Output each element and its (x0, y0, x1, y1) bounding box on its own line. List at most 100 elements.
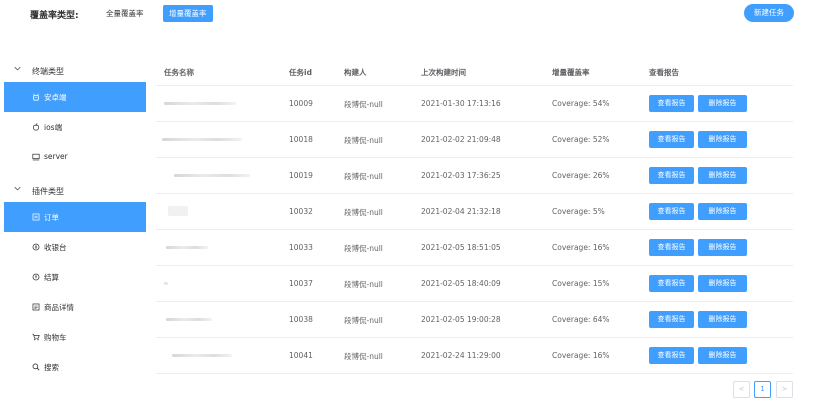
prev-page-button[interactable]: < (733, 381, 750, 398)
sidebar-item-label: 搜索 (44, 363, 59, 372)
redacted-task-name (172, 354, 232, 357)
redacted-task-name (164, 102, 236, 105)
sidebar-item-cart[interactable]: 购物车 (4, 322, 146, 352)
view-report-button[interactable]: 查看报告 (649, 239, 694, 256)
task-id: 10038 (289, 315, 313, 324)
builder: 段博侃-null (344, 316, 383, 325)
sidebar-item-label: ios端 (44, 123, 63, 132)
view-report-button[interactable]: 查看报告 (649, 347, 694, 364)
last-build-time: 2021-02-02 21:09:48 (421, 135, 501, 144)
order-icon (32, 213, 40, 221)
view-report-button[interactable]: 查看报告 (649, 131, 694, 148)
top-bar: 覆盖率类型: 全量覆盖率 增量覆盖率 新建任务 (0, 0, 819, 30)
builder: 段博侃-null (344, 352, 383, 361)
table-header: 任务名称 任务id 构建人 上次构建时间 增量覆盖率 查看报告 (156, 56, 793, 86)
redacted-task-name (166, 246, 208, 249)
sidebar-item-android[interactable]: 安卓端 (4, 82, 146, 112)
coverage: Coverage: 54% (552, 99, 610, 108)
redacted-task-name (174, 174, 250, 177)
column-header: 构建人 (344, 68, 367, 77)
apple-icon (33, 123, 39, 131)
sidebar-item-label: server (44, 152, 68, 161)
delete-report-button[interactable]: 删除报告 (698, 95, 747, 112)
sidebar-item-order[interactable]: 订单 (4, 202, 146, 232)
cashier-icon (32, 243, 40, 251)
sidebar-item-server[interactable]: server (4, 142, 146, 172)
last-build-time: 2021-02-05 18:40:09 (421, 279, 501, 288)
table-row: 10019 段博侃-null 2021-02-03 17:36:25 Cover… (156, 158, 793, 194)
sidebar-item-label: 订单 (44, 213, 59, 222)
builder: 段博侃-null (344, 136, 383, 145)
monitor-icon (32, 153, 40, 161)
last-build-time: 2021-01-30 17:13:16 (421, 99, 501, 108)
table-row: 10009 段博侃-null 2021-01-30 17:13:16 Cover… (156, 86, 793, 122)
last-build-time: 2021-02-05 18:51:05 (421, 243, 501, 252)
sidebar-item-label: 购物车 (44, 333, 67, 342)
sidebar-item-product-detail[interactable]: 商品详情 (4, 292, 146, 322)
redacted-task-name (168, 206, 188, 216)
redacted-task-name (166, 318, 212, 321)
builder: 段博侃-null (344, 208, 383, 217)
delete-report-button[interactable]: 删除报告 (698, 311, 747, 328)
coverage: Coverage: 15% (552, 279, 610, 288)
delete-report-button[interactable]: 删除报告 (698, 347, 747, 364)
sidebar-item-settlement[interactable]: ¥ 结算 (4, 262, 146, 292)
table-row: 10032 段博侃-null 2021-02-04 21:32:18 Cover… (156, 194, 793, 230)
view-report-button[interactable]: 查看报告 (649, 311, 694, 328)
sidebar-item-label: 结算 (44, 273, 59, 282)
svg-text:¥: ¥ (35, 275, 38, 280)
group-title: 插件类型 (32, 187, 64, 196)
column-header: 上次构建时间 (421, 68, 466, 77)
task-table: 任务名称 任务id 构建人 上次构建时间 增量覆盖率 查看报告 10009 段博… (156, 56, 793, 374)
group-terminal-type[interactable]: 终端类型 (4, 60, 146, 82)
table-row: 10041 段博侃-null 2021-02-24 11:29:00 Cover… (156, 338, 793, 374)
column-header: 增量覆盖率 (552, 68, 590, 77)
builder: 段博侃-null (344, 280, 383, 289)
coverage: Coverage: 26% (552, 171, 610, 180)
sidebar-item-ios[interactable]: ios端 (4, 112, 146, 142)
task-id: 10019 (289, 171, 313, 180)
task-id: 10018 (289, 135, 313, 144)
coverage: Coverage: 16% (552, 243, 610, 252)
last-build-time: 2021-02-04 21:32:18 (421, 207, 501, 216)
group-title: 终端类型 (32, 67, 64, 76)
coverage-type-label: 覆盖率类型: (30, 11, 79, 21)
page-number-button[interactable]: 1 (754, 381, 771, 398)
coverage: Coverage: 5% (552, 207, 605, 216)
task-id: 10032 (289, 207, 313, 216)
view-report-button[interactable]: 查看报告 (649, 95, 694, 112)
group-plugin-type[interactable]: 插件类型 (4, 180, 146, 202)
full-coverage-button[interactable]: 全量覆盖率 (100, 5, 150, 22)
sidebar-item-cashier[interactable]: 收银台 (4, 232, 146, 262)
coverage: Coverage: 64% (552, 315, 610, 324)
delete-report-button[interactable]: 删除报告 (698, 275, 747, 292)
task-id: 10033 (289, 243, 313, 252)
table-row: 10018 段博侃-null 2021-02-02 21:09:48 Cover… (156, 122, 793, 158)
builder: 段博侃-null (344, 172, 383, 181)
column-header: 任务id (289, 68, 312, 77)
last-build-time: 2021-02-05 19:00:28 (421, 315, 501, 324)
view-report-button[interactable]: 查看报告 (649, 203, 694, 220)
sidebar-item-search[interactable]: 搜索 (4, 352, 146, 382)
view-report-button[interactable]: 查看报告 (649, 275, 694, 292)
task-id: 10037 (289, 279, 313, 288)
next-page-button[interactable]: > (776, 381, 793, 398)
delete-report-button[interactable]: 删除报告 (698, 131, 747, 148)
delete-report-button[interactable]: 删除报告 (698, 239, 747, 256)
coverage: Coverage: 16% (552, 351, 610, 360)
redacted-task-name (164, 282, 168, 285)
chevron-down-icon (14, 66, 21, 71)
column-header: 查看报告 (649, 68, 679, 77)
view-report-button[interactable]: 查看报告 (649, 167, 694, 184)
delete-report-button[interactable]: 删除报告 (698, 203, 747, 220)
task-id: 10009 (289, 99, 313, 108)
builder: 段博侃-null (344, 244, 383, 253)
sidebar-item-label: 商品详情 (44, 303, 74, 312)
incremental-coverage-button[interactable]: 增量覆盖率 (163, 5, 213, 22)
new-task-button[interactable]: 新建任务 (744, 4, 794, 22)
builder: 段博侃-null (344, 100, 383, 109)
product-detail-icon (32, 303, 40, 311)
delete-report-button[interactable]: 删除报告 (698, 167, 747, 184)
coverage: Coverage: 52% (552, 135, 610, 144)
sidebar-item-label: 收银台 (44, 243, 67, 252)
